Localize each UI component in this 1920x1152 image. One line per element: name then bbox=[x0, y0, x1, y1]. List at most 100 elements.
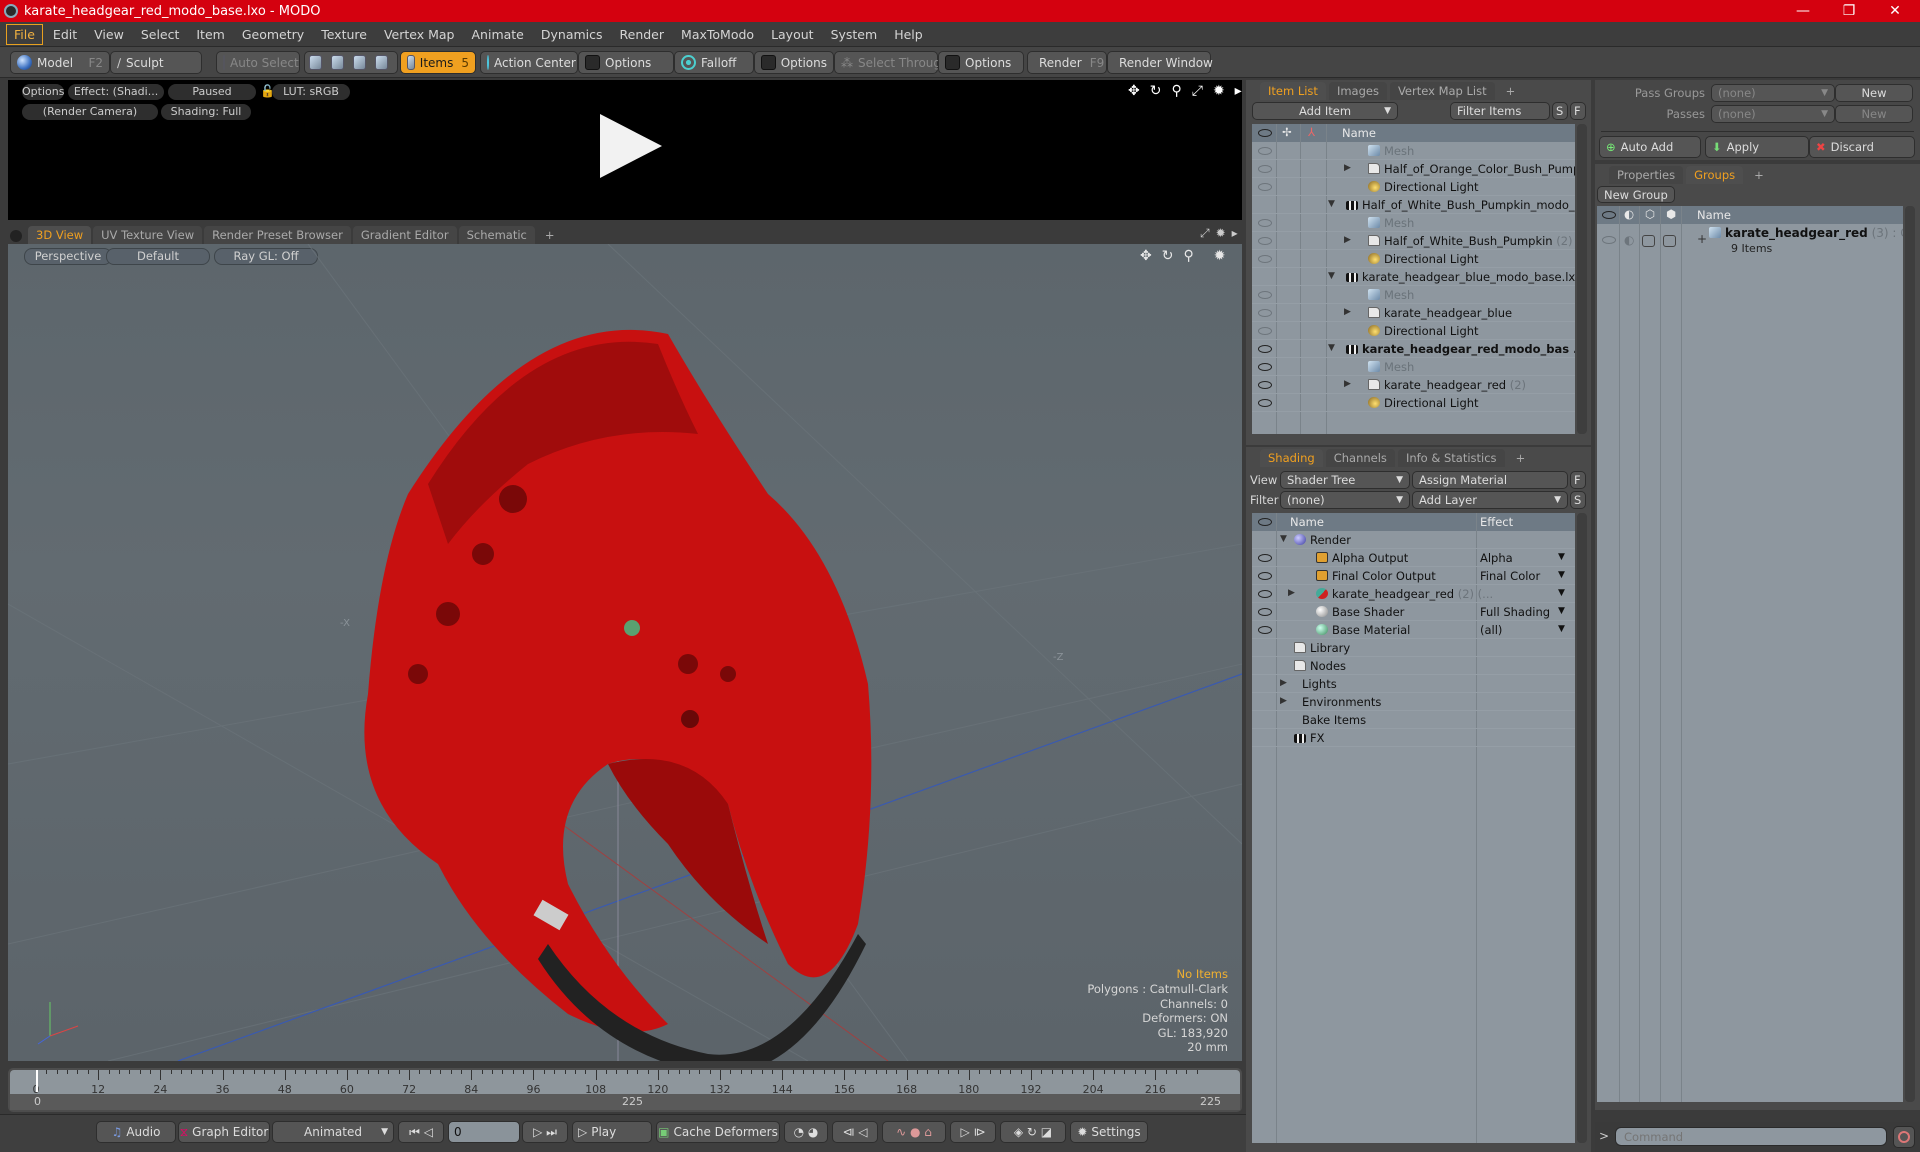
item-row[interactable]: Mesh bbox=[1252, 358, 1575, 376]
render-button[interactable]: Render F9 bbox=[1027, 51, 1107, 74]
action-center-options-button[interactable]: Options bbox=[578, 51, 674, 74]
go-start-button[interactable]: ⏮ ◁ bbox=[398, 1121, 444, 1143]
visibility-column-icon[interactable] bbox=[1258, 518, 1272, 526]
tab-groups[interactable]: Groups bbox=[1686, 166, 1744, 184]
add-item-dropdown[interactable]: Add Item ▼ bbox=[1252, 102, 1398, 120]
minimize-button[interactable]: — bbox=[1780, 0, 1826, 22]
expand-arrow-icon[interactable]: ▸ bbox=[1232, 226, 1238, 241]
effect-dropdown-icon[interactable]: ▼ bbox=[1558, 588, 1565, 598]
sculpt-mode-button[interactable]: ∕ Sculpt bbox=[110, 51, 202, 74]
visibility-column-icon[interactable] bbox=[1602, 211, 1616, 219]
menu-help[interactable]: Help bbox=[887, 25, 930, 44]
add-tab-button[interactable]: + bbox=[537, 226, 563, 244]
menu-vertex-map[interactable]: Vertex Map bbox=[377, 25, 462, 44]
shader-row[interactable]: ▶ Environments bbox=[1252, 693, 1575, 711]
frame-input[interactable]: 0 bbox=[448, 1121, 520, 1143]
new-group-button[interactable]: New Group bbox=[1597, 186, 1675, 203]
tab-channels[interactable]: Channels bbox=[1325, 449, 1395, 467]
item-row[interactable]: ▶ karate_headgear_red (2) bbox=[1252, 376, 1575, 394]
filter-f-button[interactable]: F bbox=[1570, 102, 1586, 120]
select-checkbox[interactable] bbox=[1642, 235, 1655, 247]
center-column-icon[interactable]: ⅄ bbox=[1308, 125, 1315, 139]
gear-icon[interactable]: ✹ bbox=[1213, 83, 1225, 99]
collapse-arrow-icon[interactable]: ▼ bbox=[1328, 271, 1335, 281]
graph-editor-button[interactable]: ⧖ Graph Editor bbox=[178, 1121, 270, 1143]
item-row[interactable]: Directional Light bbox=[1252, 178, 1575, 196]
menu-geometry[interactable]: Geometry bbox=[235, 25, 311, 44]
search-s-button[interactable]: S bbox=[1552, 102, 1568, 120]
shader-row[interactable]: Bake Items bbox=[1252, 711, 1575, 729]
panel-menu-icon[interactable] bbox=[10, 230, 22, 242]
add-layer-dropdown[interactable]: Add Layer ▼ bbox=[1412, 491, 1568, 509]
expand-plus-icon[interactable]: + bbox=[1697, 232, 1707, 246]
record-buttons[interactable]: ∿ ● ⌂ bbox=[882, 1121, 946, 1143]
visibility-eye-icon[interactable] bbox=[1258, 626, 1272, 634]
new-pass-button[interactable]: New bbox=[1835, 105, 1913, 123]
item-list-scrollbar[interactable] bbox=[1577, 124, 1587, 434]
visibility-eye-icon[interactable] bbox=[1258, 381, 1272, 389]
visibility-eye-icon[interactable] bbox=[1258, 572, 1272, 580]
s-button[interactable]: S bbox=[1570, 491, 1586, 509]
action-center-button[interactable]: Action Center bbox=[480, 51, 578, 74]
shader-row[interactable]: ▶ karate_headgear_red (2) (... ▼ bbox=[1252, 585, 1575, 603]
visibility-eye-icon[interactable] bbox=[1258, 399, 1272, 407]
visibility-eye-icon[interactable] bbox=[1258, 608, 1272, 616]
tab-gradient-editor[interactable]: Gradient Editor bbox=[352, 226, 457, 244]
3d-viewport[interactable]: Perspective Default Ray GL: Off ✥ ↻ ⚲ ✹ -X bbox=[8, 244, 1242, 1061]
tab-render-preset-browser[interactable]: Render Preset Browser bbox=[204, 226, 351, 244]
effect-dropdown-icon[interactable]: ▼ bbox=[1558, 624, 1565, 634]
go-end-button[interactable]: ▷ ⏭ bbox=[522, 1121, 568, 1143]
shader-row[interactable]: ▶ Lights bbox=[1252, 675, 1575, 693]
select-through-options-button[interactable]: Options bbox=[938, 51, 1024, 74]
visibility-eye-icon[interactable] bbox=[1258, 219, 1272, 227]
loop-buttons[interactable]: ◈ ↻ ◪ bbox=[1000, 1121, 1066, 1143]
shader-row[interactable]: Alpha Output Alpha ▼ bbox=[1252, 549, 1575, 567]
select-through-button[interactable]: ⁂ Select Through bbox=[834, 51, 949, 74]
tab-item-list[interactable]: Item List bbox=[1260, 82, 1326, 100]
items-mode-button[interactable]: Items 5 bbox=[400, 51, 476, 74]
f-button[interactable]: F bbox=[1570, 471, 1586, 489]
menu-dynamics[interactable]: Dynamics bbox=[534, 25, 610, 44]
visibility-eye-icon[interactable] bbox=[1258, 309, 1272, 317]
menu-system[interactable]: System bbox=[824, 25, 885, 44]
visibility-eye-icon[interactable] bbox=[1258, 237, 1272, 245]
tab-3d-view[interactable]: 3D View bbox=[28, 226, 92, 244]
expand-arrow-icon[interactable]: ▶ bbox=[1280, 678, 1287, 688]
timeline[interactable]: 0122436486072849610812013214415616818019… bbox=[8, 1068, 1242, 1112]
prev-key-buttons[interactable]: ⧏ ◁ bbox=[832, 1121, 878, 1143]
maximize-icon[interactable]: ⤢ bbox=[1192, 83, 1203, 99]
rotate-icon[interactable]: ↻ bbox=[1150, 83, 1162, 99]
visibility-eye-icon[interactable] bbox=[1258, 327, 1272, 335]
item-row[interactable]: Directional Light bbox=[1252, 322, 1575, 340]
expand-arrow-icon[interactable]: ▶ bbox=[1288, 588, 1295, 598]
current-frame-marker[interactable] bbox=[36, 1070, 38, 1092]
shading-dropdown[interactable]: Shading: Full bbox=[161, 104, 251, 120]
tab-shading[interactable]: Shading bbox=[1260, 449, 1323, 467]
zoom-icon[interactable]: ⚲ bbox=[1171, 83, 1181, 99]
visibility-column-icon[interactable] bbox=[1258, 129, 1272, 137]
menu-maxtomodo[interactable]: MaxToModo bbox=[674, 25, 761, 44]
menu-select[interactable]: Select bbox=[134, 25, 187, 44]
menu-animate[interactable]: Animate bbox=[465, 25, 531, 44]
visibility-eye-icon[interactable] bbox=[1258, 147, 1272, 155]
menu-item[interactable]: Item bbox=[189, 25, 231, 44]
lock-icon[interactable]: 🔓 bbox=[260, 84, 275, 98]
tab-uv-texture-view[interactable]: UV Texture View bbox=[93, 226, 203, 244]
visibility-eye-icon[interactable] bbox=[1258, 590, 1272, 598]
materials-mode-icon[interactable] bbox=[375, 55, 388, 70]
effect-dropdown-icon[interactable]: ▼ bbox=[1558, 606, 1565, 616]
expand-arrow-icon[interactable]: ▶ bbox=[1280, 696, 1287, 706]
collapse-arrow-icon[interactable]: ▼ bbox=[1328, 343, 1335, 353]
assign-material-button[interactable]: Assign Material bbox=[1412, 471, 1568, 489]
expand-arrow-icon[interactable]: ▶ bbox=[1344, 307, 1351, 317]
item-row[interactable]: Directional Light bbox=[1252, 394, 1575, 412]
pass-groups-dropdown[interactable]: (none) ▼ bbox=[1711, 84, 1835, 102]
discard-button[interactable]: ✖ Discard bbox=[1809, 136, 1915, 158]
filter-items-input[interactable]: Filter Items bbox=[1450, 102, 1550, 120]
select-column-icon[interactable]: ⬡ bbox=[1645, 207, 1655, 221]
move-icon[interactable]: ✥ bbox=[1128, 83, 1140, 99]
add-tab-button[interactable]: + bbox=[1508, 449, 1534, 467]
collapse-arrow-icon[interactable]: ▼ bbox=[1328, 199, 1335, 209]
maximize-icon[interactable]: ⤢ bbox=[1200, 226, 1210, 241]
expand-arrow-icon[interactable]: ▶ bbox=[1344, 235, 1351, 245]
